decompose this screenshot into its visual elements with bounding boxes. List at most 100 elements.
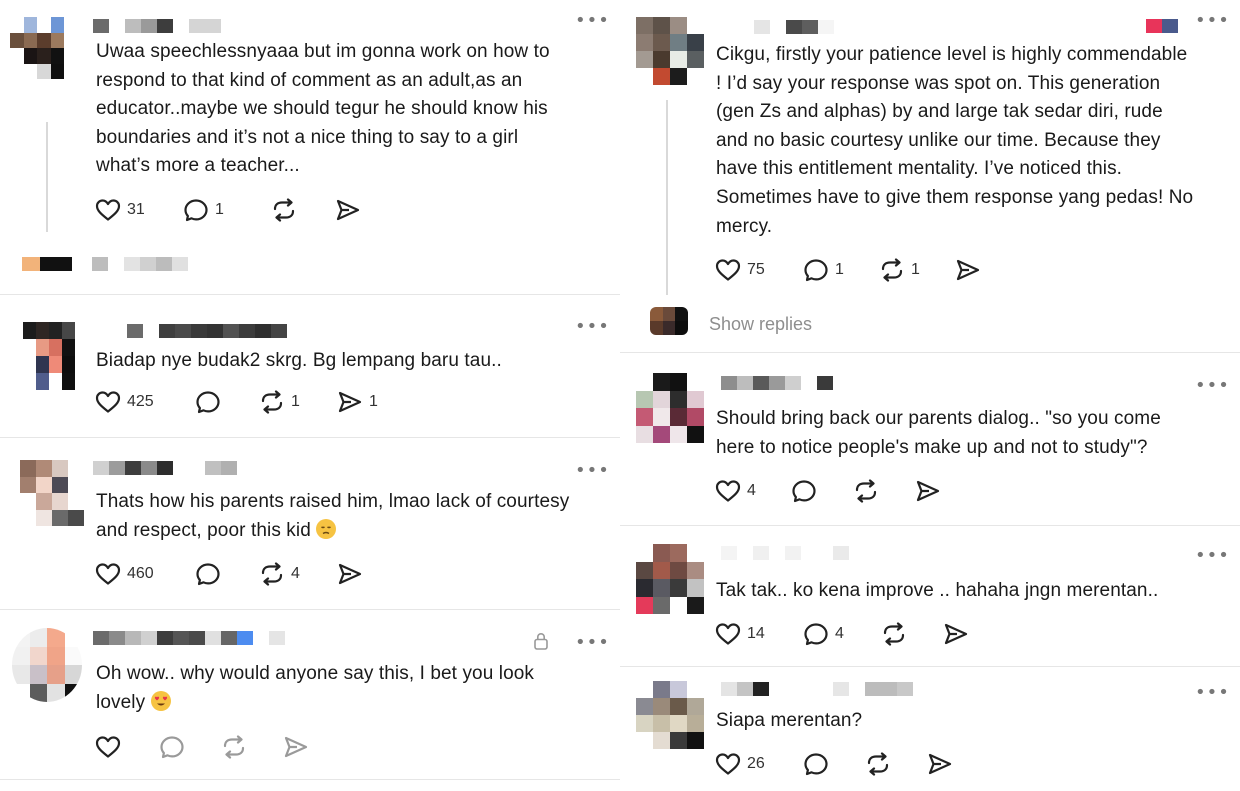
more-options-icon[interactable]: ••• <box>575 634 610 652</box>
send-arrow-icon <box>944 623 968 645</box>
like-button[interactable]: 460 <box>95 562 195 586</box>
avatar[interactable] <box>12 628 82 702</box>
more-options-icon[interactable]: ••• <box>1195 547 1230 565</box>
right-feed-column: ••• Cikgu, firstly your patience level i… <box>620 0 1240 791</box>
share-button[interactable] <box>337 562 363 586</box>
repost-arrows-icon <box>273 198 295 222</box>
like-count: 4 <box>747 482 756 499</box>
action-bar: 31 1 <box>95 197 361 223</box>
avatar[interactable] <box>20 460 84 526</box>
avatar[interactable] <box>23 322 75 390</box>
comment-bubble-icon <box>184 199 208 222</box>
repost-button[interactable]: 1 <box>259 390 337 414</box>
more-options-icon[interactable]: ••• <box>1195 684 1230 702</box>
username[interactable] <box>721 376 833 390</box>
repost-count: 4 <box>291 565 300 582</box>
send-arrow-icon <box>338 391 362 413</box>
username[interactable] <box>721 682 913 696</box>
heart-icon <box>95 563 121 585</box>
reply-preview-blur <box>22 257 188 271</box>
username[interactable] <box>93 19 221 33</box>
more-options-icon[interactable]: ••• <box>1195 377 1230 395</box>
disappointed-face-emoji <box>316 518 337 539</box>
heart-icon <box>95 199 121 221</box>
reply-button[interactable]: 4 <box>803 622 881 646</box>
share-button[interactable]: 1 <box>337 390 378 414</box>
avatar[interactable] <box>636 17 704 85</box>
heart-icon <box>715 480 741 502</box>
more-options-icon[interactable]: ••• <box>575 462 610 480</box>
share-button[interactable] <box>335 198 361 222</box>
send-arrow-icon <box>916 480 940 502</box>
like-button[interactable]: 14 <box>715 622 803 646</box>
username[interactable] <box>738 20 834 34</box>
like-button[interactable]: 31 <box>95 198 183 222</box>
share-button[interactable] <box>283 735 309 759</box>
repost-arrows-icon <box>223 735 245 759</box>
username[interactable] <box>127 324 287 338</box>
comment-text: Oh wow.. why would anyone say this, I be… <box>96 663 535 713</box>
repost-button[interactable]: 4 <box>259 562 337 586</box>
share-button[interactable] <box>955 258 981 282</box>
send-arrow-icon <box>338 563 362 585</box>
username[interactable] <box>721 546 849 560</box>
send-arrow-icon <box>336 199 360 221</box>
avatar[interactable] <box>636 544 704 614</box>
comment-text: Uwaa speechlessnyaaa but im gonna work o… <box>96 41 550 177</box>
like-button[interactable]: 4 <box>715 479 791 503</box>
comment-post: ••• Uwaa speechlessnyaaa but im gonna wo… <box>0 0 620 295</box>
share-button[interactable] <box>943 622 969 646</box>
comment-post: ••• Siapa merentan? 26 <box>620 667 1240 791</box>
reply-button[interactable] <box>803 752 865 776</box>
repost-button[interactable] <box>881 622 943 646</box>
show-replies-link[interactable]: Show replies <box>709 314 812 335</box>
reply-button[interactable] <box>195 562 259 586</box>
action-bar: 26 <box>715 751 953 777</box>
share-count: 1 <box>369 393 378 410</box>
like-button[interactable]: 26 <box>715 752 803 776</box>
comment-text: Thats how his parents raised him, lmao l… <box>96 491 570 541</box>
repost-button[interactable] <box>221 735 283 759</box>
reply-button[interactable] <box>195 390 259 414</box>
reply-button[interactable]: 1 <box>183 198 271 222</box>
more-options-icon[interactable]: ••• <box>1195 12 1230 30</box>
action-bar: 4 <box>715 478 941 504</box>
comment-bubble-icon <box>792 480 816 503</box>
repost-arrows-icon <box>881 258 903 282</box>
avatar[interactable] <box>10 17 64 79</box>
share-button[interactable] <box>915 479 941 503</box>
repost-arrows-icon <box>855 479 877 503</box>
thread-line <box>666 100 668 295</box>
reply-count: 1 <box>835 261 844 278</box>
reply-button[interactable]: 1 <box>803 258 879 282</box>
left-feed-column: ••• Uwaa speechlessnyaaa but im gonna wo… <box>0 0 620 791</box>
more-options-icon[interactable]: ••• <box>575 12 610 30</box>
comment-bubble-icon <box>804 753 828 776</box>
avatar[interactable] <box>636 373 704 443</box>
repost-arrows-icon <box>261 562 283 586</box>
repost-arrows-icon <box>883 622 905 646</box>
more-options-icon[interactable]: ••• <box>575 318 610 336</box>
repost-button[interactable] <box>271 198 335 222</box>
like-button[interactable] <box>95 735 159 759</box>
lock-icon <box>534 633 548 650</box>
like-button[interactable]: 425 <box>95 390 195 414</box>
repost-button[interactable] <box>853 479 915 503</box>
reply-button[interactable] <box>159 735 221 759</box>
like-count: 460 <box>127 565 154 582</box>
comment-text: Cikgu, firstly your patience level is hi… <box>716 44 1194 237</box>
username[interactable] <box>93 461 237 475</box>
comment-post: ••• Tak tak.. ko kena improve .. hahaha … <box>620 526 1240 666</box>
username[interactable] <box>93 631 285 645</box>
thread-line <box>46 122 48 232</box>
heart-icon <box>715 259 741 281</box>
reply-button[interactable] <box>791 479 853 503</box>
repost-button[interactable]: 1 <box>879 258 955 282</box>
avatar[interactable] <box>636 681 704 749</box>
share-button[interactable] <box>927 752 953 776</box>
like-button[interactable]: 75 <box>715 258 803 282</box>
comment-post: ••• Oh wow.. why would anyone say this, … <box>0 610 620 791</box>
send-arrow-icon <box>928 753 952 775</box>
repost-button[interactable] <box>865 752 927 776</box>
like-count: 14 <box>747 625 765 642</box>
